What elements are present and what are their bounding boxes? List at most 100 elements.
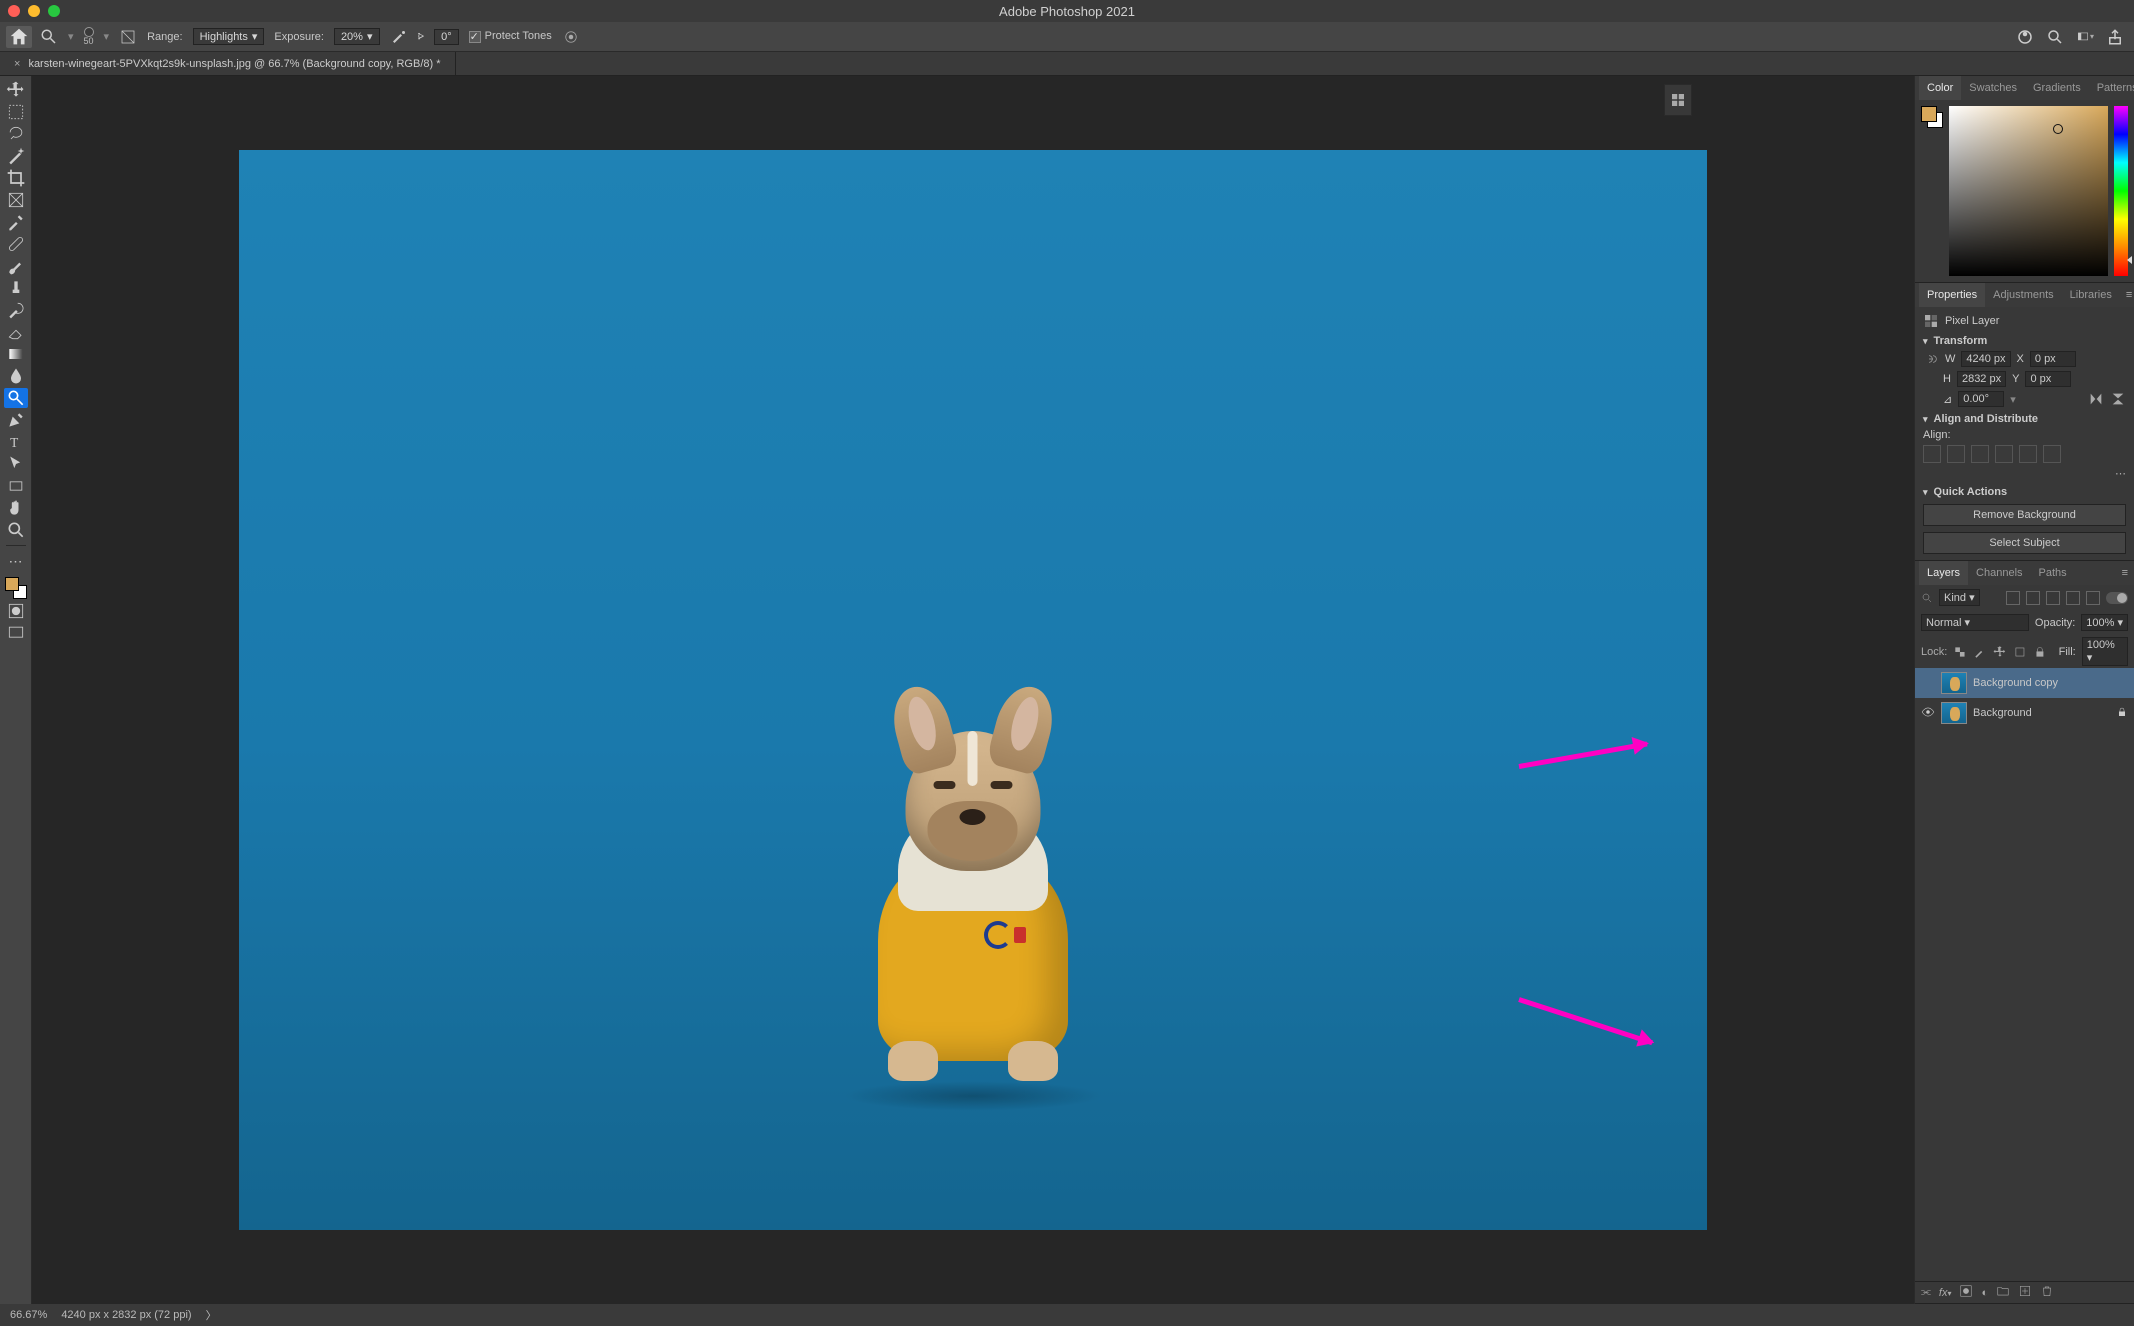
tool-hand[interactable] <box>4 498 28 518</box>
tool-gradient[interactable] <box>4 344 28 364</box>
tool-frame[interactable] <box>4 190 28 210</box>
tool-zoom[interactable] <box>4 520 28 540</box>
properties-panel-menu[interactable]: ≡ <box>2120 289 2134 301</box>
lock-position-button[interactable] <box>1993 645 2007 659</box>
transform-section-header[interactable]: Transform <box>1923 335 2126 347</box>
x-field[interactable]: 0 px <box>2030 351 2076 367</box>
quick-mask-toggle[interactable] <box>4 601 28 621</box>
tab-channels[interactable]: Channels <box>1968 561 2030 585</box>
brush-settings-button[interactable] <box>119 28 137 46</box>
link-layers-button[interactable]: ⫘ <box>1921 1286 1931 1299</box>
layer-thumbnail[interactable] <box>1941 702 1967 724</box>
rotate-field[interactable]: 0.00° <box>1958 391 2004 407</box>
align-left-button[interactable] <box>1923 445 1941 463</box>
screen-mode-button[interactable] <box>4 623 28 643</box>
tool-stamp[interactable] <box>4 278 28 298</box>
align-top-button[interactable] <box>1995 445 2013 463</box>
tab-patterns[interactable]: Patterns <box>2089 76 2134 100</box>
filter-pixel-icon[interactable] <box>2006 591 2020 605</box>
tab-paths[interactable]: Paths <box>2031 561 2075 585</box>
align-vcenter-button[interactable] <box>2019 445 2037 463</box>
tool-quick-select[interactable] <box>4 146 28 166</box>
flip-h-button[interactable] <box>2088 391 2104 407</box>
close-tab-icon[interactable]: × <box>14 58 20 70</box>
layer-item[interactable]: Background <box>1915 698 2134 728</box>
filter-adjust-icon[interactable] <box>2026 591 2040 605</box>
new-adjustment-button[interactable]: ◐ <box>1981 1287 1988 1299</box>
range-dropdown[interactable]: Highlights▾ <box>193 28 265 45</box>
lock-transparency-button[interactable] <box>1953 645 1967 659</box>
status-more-button[interactable]: 〉 <box>206 1307 217 1323</box>
tab-properties[interactable]: Properties <box>1919 283 1985 307</box>
tool-move[interactable] <box>4 80 28 100</box>
width-field[interactable]: 4240 px <box>1961 351 2010 367</box>
canvas-area[interactable] <box>32 76 1914 1304</box>
lock-pixels-button[interactable] <box>1973 645 1987 659</box>
layer-visibility-toggle[interactable] <box>1921 705 1935 722</box>
tab-layers[interactable]: Layers <box>1919 561 1968 585</box>
close-window-button[interactable] <box>8 5 20 17</box>
home-button[interactable] <box>6 26 32 48</box>
tool-heal[interactable] <box>4 234 28 254</box>
brush-angle-field[interactable]: 0° <box>434 29 459 45</box>
align-right-button[interactable] <box>1971 445 1989 463</box>
pressure-size-toggle[interactable] <box>562 28 580 46</box>
layer-thumbnail[interactable] <box>1941 672 1967 694</box>
add-mask-button[interactable] <box>1959 1284 1973 1301</box>
tool-crop[interactable] <box>4 168 28 188</box>
lock-all-button[interactable] <box>2033 645 2047 659</box>
tool-shape[interactable] <box>4 476 28 496</box>
share-button[interactable] <box>2106 28 2124 46</box>
filter-shape-icon[interactable] <box>2066 591 2080 605</box>
edit-toolbar-button[interactable]: ⋯ <box>4 551 28 571</box>
filter-type-icon[interactable] <box>2046 591 2060 605</box>
height-field[interactable]: 2832 px <box>1957 371 2006 387</box>
y-field[interactable]: 0 px <box>2025 371 2071 387</box>
layers-panel-menu[interactable]: ≡ <box>2116 567 2134 579</box>
align-hcenter-button[interactable] <box>1947 445 1965 463</box>
remove-background-button[interactable]: Remove Background <box>1923 504 2126 526</box>
color-fgbg-swatch[interactable] <box>1921 106 1943 128</box>
opacity-field[interactable]: 100% ▾ <box>2081 614 2128 631</box>
zoom-level[interactable]: 66.67% <box>10 1309 47 1321</box>
tool-history-brush[interactable] <box>4 300 28 320</box>
blend-mode-dropdown[interactable]: Normal ▾ <box>1921 614 2029 631</box>
tool-brush[interactable] <box>4 256 28 276</box>
exposure-field[interactable]: 20%▾ <box>334 28 380 45</box>
align-bottom-button[interactable] <box>2043 445 2061 463</box>
foreground-background-swatch[interactable] <box>5 577 27 599</box>
layer-fx-button[interactable]: fx▾ <box>1939 1287 1952 1299</box>
filter-toggle[interactable] <box>2106 592 2128 604</box>
filter-smart-icon[interactable] <box>2086 591 2100 605</box>
tool-blur[interactable] <box>4 366 28 386</box>
tool-dodge[interactable] <box>4 388 28 408</box>
tab-adjustments[interactable]: Adjustments <box>1985 283 2062 307</box>
lock-artboard-button[interactable] <box>2013 645 2027 659</box>
collapsed-panel-icon[interactable] <box>1669 91 1687 109</box>
layer-name-label[interactable]: Background <box>1973 707 2110 719</box>
link-dimensions-icon[interactable] <box>1923 351 1939 367</box>
search-button[interactable] <box>2046 28 2064 46</box>
hue-slider[interactable] <box>2114 106 2128 276</box>
flip-v-button[interactable] <box>2110 391 2126 407</box>
tool-path-select[interactable] <box>4 454 28 474</box>
document-tab[interactable]: × karsten-winegeart-5PVXkqt2s9k-unsplash… <box>0 52 456 75</box>
layer-name-label[interactable]: Background copy <box>1973 677 2128 689</box>
cloud-docs-button[interactable] <box>2016 28 2034 46</box>
tool-eraser[interactable] <box>4 322 28 342</box>
tool-marquee[interactable] <box>4 102 28 122</box>
minimize-window-button[interactable] <box>28 5 40 17</box>
align-section-header[interactable]: Align and Distribute <box>1923 413 2126 425</box>
layer-filter-kind[interactable]: Kind ▾ <box>1939 589 1980 606</box>
workspace-switcher[interactable]: ▾ <box>2076 28 2094 46</box>
tab-gradients[interactable]: Gradients <box>2025 76 2089 100</box>
fill-field[interactable]: 100% ▾ <box>2082 637 2128 666</box>
tab-libraries[interactable]: Libraries <box>2062 283 2120 307</box>
airbrush-toggle[interactable] <box>390 28 408 46</box>
align-more-button[interactable]: ⋯ <box>1923 467 2126 480</box>
color-spectrum[interactable] <box>1949 106 2108 276</box>
tool-type[interactable]: T <box>4 432 28 452</box>
tab-swatches[interactable]: Swatches <box>1961 76 2025 100</box>
select-subject-button[interactable]: Select Subject <box>1923 532 2126 554</box>
quick-actions-header[interactable]: Quick Actions <box>1923 486 2126 498</box>
